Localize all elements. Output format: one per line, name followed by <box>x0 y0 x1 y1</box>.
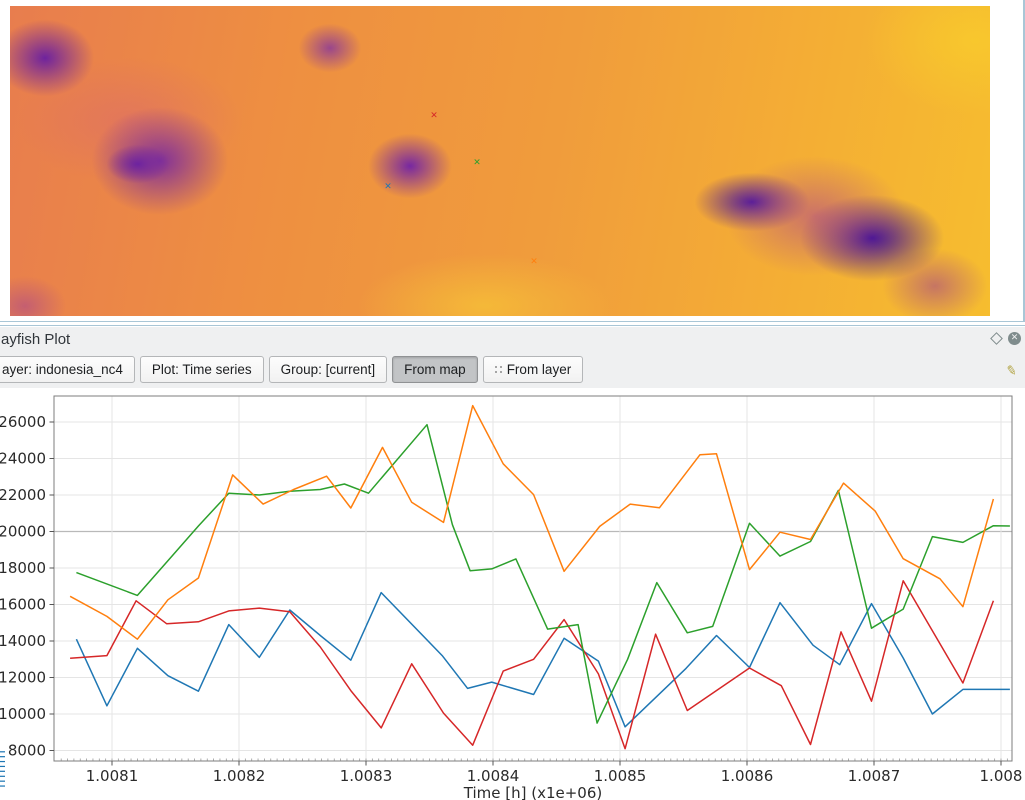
panel-title: ayfish Plot <box>1 331 70 348</box>
svg-text:12000: 12000 <box>0 669 46 687</box>
plot-type-label: Plot: Time series <box>152 362 252 377</box>
svg-text:16000: 16000 <box>0 596 46 614</box>
panel-titlebar: ayfish Plot ✕ <box>0 327 1025 351</box>
svg-text:Time [h] (x1e+06): Time [h] (x1e+06) <box>463 784 602 800</box>
svg-text:1.0085: 1.0085 <box>594 767 647 785</box>
svg-text:14000: 14000 <box>0 632 46 650</box>
panel-divider <box>0 325 1025 326</box>
from-layer-toggle-button[interactable]: From layer <box>483 356 584 383</box>
svg-text:1.008: 1.008 <box>980 767 1023 785</box>
edit-pencil-icon[interactable]: ✎ <box>1005 362 1019 380</box>
map-canvas[interactable]: ✕✕✕✕ <box>0 0 1025 322</box>
svg-text:8000: 8000 <box>8 742 46 760</box>
svg-text:1.0082: 1.0082 <box>213 767 266 785</box>
from-map-toggle-button[interactable]: From map <box>392 356 478 383</box>
close-panel-icon[interactable]: ✕ <box>1008 332 1021 345</box>
svg-text:20000: 20000 <box>0 523 46 541</box>
svg-text:1.0087: 1.0087 <box>848 767 901 785</box>
svg-text:18000: 18000 <box>0 559 46 577</box>
group-select-label: Group: [current] <box>281 362 376 377</box>
layer-select-button[interactable]: ayer: indonesia_nc4 <box>0 356 135 383</box>
svg-text:24000: 24000 <box>0 450 46 468</box>
from-map-label: From map <box>404 362 466 377</box>
application-window: ✕✕✕✕ ayfish Plot ✕ ayer: indonesia_nc4 P… <box>0 0 1025 800</box>
crayfish-plot-panel: ayfish Plot ✕ ayer: indonesia_nc4 Plot: … <box>0 327 1025 800</box>
group-select-button[interactable]: Group: [current] <box>269 356 388 383</box>
from-layer-label: From layer <box>507 362 572 377</box>
svg-text:1.0086: 1.0086 <box>721 767 774 785</box>
plot-toolbar: ayer: indonesia_nc4 Plot: Time series Gr… <box>0 356 583 383</box>
mesh-raster-layer[interactable] <box>10 6 990 316</box>
layer-select-label: ayer: indonesia_nc4 <box>2 362 123 377</box>
picker-dots-icon <box>495 366 502 373</box>
svg-text:26000: 26000 <box>0 413 46 431</box>
svg-text:22000: 22000 <box>0 486 46 504</box>
svg-text:1.0084: 1.0084 <box>467 767 520 785</box>
time-series-plot[interactable]: 1.0081 1.0082 1.0083 1.0084 1.0085 1.0086 1.00… <box>0 388 1025 800</box>
plot-type-button[interactable]: Plot: Time series <box>140 356 264 383</box>
svg-text:1.0081: 1.0081 <box>86 767 139 785</box>
float-panel-icon[interactable] <box>990 332 1003 345</box>
svg-text:1.0083: 1.0083 <box>340 767 393 785</box>
y-axis-label-clipped: |||||||| <box>0 538 5 798</box>
time-series-figure[interactable]: 1.0081 1.0082 1.0083 1.0084 1.0085 1.0086 1.00… <box>0 388 1025 800</box>
svg-text:10000: 10000 <box>0 705 46 723</box>
